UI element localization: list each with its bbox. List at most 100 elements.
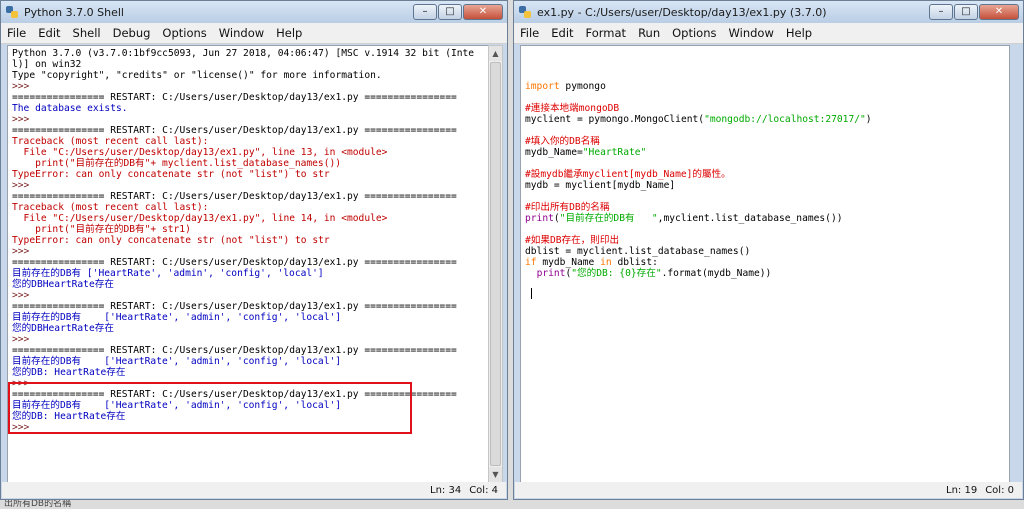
shell-scrollbar[interactable]: ▲ ▼	[488, 45, 503, 483]
code-line: print("您的DB: {0}存在".format(mydb_Name))	[525, 268, 1005, 279]
shell-menu-window[interactable]: Window	[219, 26, 264, 40]
editor-menu-window[interactable]: Window	[729, 26, 774, 40]
code-token: if	[525, 257, 537, 268]
shell-menu-edit[interactable]: Edit	[38, 26, 60, 40]
shell-line: >>>	[12, 246, 36, 257]
shell-line: File "C:/Users/user/Desktop/day13/ex1.py…	[12, 213, 388, 224]
editor-window: ex1.py - C:/Users/user/Desktop/day13/ex1…	[513, 0, 1024, 500]
shell-line: print("目前存在的DB有"+ myclient.list_database…	[12, 158, 342, 169]
shell-line: >>>	[12, 290, 36, 301]
code-line: #設mydb繼承myclient[mydb_Name]的屬性。	[525, 169, 1005, 180]
editor-menu-edit[interactable]: Edit	[551, 26, 573, 40]
code-line: mydb_Name="HeartRate"	[525, 147, 1005, 158]
code-token: print	[536, 268, 566, 279]
code-line: if mydb_Name in dblist:	[525, 257, 1005, 268]
minimize-icon: –	[938, 6, 944, 17]
code-token: mydb_Name=	[525, 147, 583, 158]
shell-menubar: File Edit Shell Debug Options Window Help	[1, 23, 507, 44]
shell-menu-file[interactable]: File	[7, 26, 26, 40]
code-token: mydb = myclient[mydb_Name]	[525, 180, 676, 191]
code-token: "目前存在的DB有 "	[559, 213, 658, 224]
close-icon: ✕	[478, 6, 488, 17]
editor-title: ex1.py - C:/Users/user/Desktop/day13/ex1…	[537, 5, 827, 19]
shell-line: ================ RESTART: C:/Users/user/…	[12, 301, 457, 312]
scroll-down-icon[interactable]: ▼	[489, 467, 502, 482]
code-token: mydb_Name	[536, 257, 601, 268]
close-icon: ✕	[994, 6, 1004, 17]
code-line: #如果DB存在，則印出	[525, 235, 1005, 246]
editor-titlebar[interactable]: ex1.py - C:/Users/user/Desktop/day13/ex1…	[514, 1, 1023, 23]
shell-menu-shell[interactable]: Shell	[73, 26, 101, 40]
shell-line: ================ RESTART: C:/Users/user/…	[12, 257, 457, 268]
code-token: "HeartRate"	[582, 147, 647, 158]
minimize-button[interactable]: –	[929, 4, 953, 20]
maximize-icon: □	[961, 6, 971, 17]
maximize-button[interactable]: □	[438, 4, 462, 20]
scroll-up-icon[interactable]: ▲	[489, 46, 502, 61]
code-token: #連接本地端mongoDB	[525, 103, 620, 114]
code-token: pymongo	[559, 81, 606, 92]
code-token: dblist:	[611, 257, 658, 268]
code-token: dblist = myclient.list_database_names()	[525, 246, 751, 257]
code-token: print	[525, 213, 554, 224]
code-line: #填入你的DB名稱	[525, 136, 1005, 147]
shell-line: 您的DBHeartRate存在	[12, 279, 114, 290]
shell-line: >>>	[12, 180, 36, 191]
editor-menu-run[interactable]: Run	[638, 26, 660, 40]
code-token: #印出所有DB的名稱	[525, 202, 610, 213]
shell-menu-debug[interactable]: Debug	[113, 26, 151, 40]
shell-line: Traceback (most recent call last):	[12, 202, 209, 213]
editor-menu-options[interactable]: Options	[672, 26, 716, 40]
column-number: Col: 0	[985, 484, 1014, 496]
close-button[interactable]: ✕	[463, 4, 503, 20]
python-file-icon	[519, 6, 531, 18]
background-text: 出所有DB的名稱	[0, 500, 1024, 509]
code-token: "mongodb://localhost:27017/"	[704, 114, 866, 125]
close-button[interactable]: ✕	[979, 4, 1019, 20]
code-editor[interactable]: import pymongo #連接本地端mongoDB myclient = py…	[520, 45, 1010, 483]
line-number: Ln: 19	[946, 484, 978, 496]
shell-title: Python 3.7.0 Shell	[24, 5, 124, 19]
shell-line: The database exists.	[12, 103, 128, 114]
editor-menu-help[interactable]: Help	[786, 26, 812, 40]
code-line: mydb = myclient[mydb_Name]	[525, 180, 1005, 191]
code-line: #印出所有DB的名稱	[525, 202, 1005, 213]
shell-line: ================ RESTART: C:/Users/user/…	[12, 125, 457, 136]
code-token: #設mydb繼承myclient[mydb_Name]的屬性。	[525, 169, 731, 180]
shell-line: l)] on win32	[12, 59, 82, 70]
shell-line: Python 3.7.0 (v3.7.0:1bf9cc5093, Jun 27 …	[12, 48, 475, 59]
shell-titlebar[interactable]: Python 3.7.0 Shell – □ ✕	[1, 1, 507, 23]
shell-line: 目前存在的DB有 ['HeartRate', 'admin', 'config'…	[12, 356, 342, 367]
scroll-thumb[interactable]	[490, 62, 501, 466]
shell-line: ================ RESTART: C:/Users/user/…	[12, 345, 457, 356]
editor-statusbar: Ln: 19 Col: 0	[515, 482, 1022, 498]
shell-line: TypeError: can only concatenate str (not…	[12, 235, 330, 246]
shell-line: ================ RESTART: C:/Users/user/…	[12, 191, 457, 202]
code-line: dblist = myclient.list_database_names()	[525, 246, 1005, 257]
shell-line: >>>	[12, 81, 36, 92]
shell-line: TypeError: can only concatenate str (not…	[12, 169, 330, 180]
editor-menubar: File Edit Format Run Options Window Help	[514, 23, 1023, 44]
shell-line: Type "copyright", "credits" or "license(…	[12, 70, 382, 81]
code-token: #填入你的DB名稱	[525, 136, 600, 147]
shell-menu-help[interactable]: Help	[276, 26, 302, 40]
code-token: ,myclient.list_database_names())	[657, 213, 843, 224]
shell-line: print("目前存在的DB有"+ str1)	[12, 224, 191, 235]
shell-line: ================ RESTART: C:/Users/user/…	[12, 92, 457, 103]
shell-line: >>>	[12, 114, 36, 125]
shell-line: File "C:/Users/user/Desktop/day13/ex1.py…	[12, 147, 388, 158]
shell-menu-options[interactable]: Options	[162, 26, 206, 40]
code-token: "您的DB: {0}存在"	[571, 268, 662, 279]
maximize-button[interactable]: □	[954, 4, 978, 20]
editor-menu-format[interactable]: Format	[586, 26, 627, 40]
minimize-button[interactable]: –	[413, 4, 437, 20]
maximize-icon: □	[445, 6, 455, 17]
shell-line: 目前存在的DB有 ['HeartRate', 'admin', 'config'…	[12, 268, 324, 279]
code-line: import pymongo	[525, 81, 1005, 92]
editor-menu-file[interactable]: File	[520, 26, 539, 40]
code-token: .format(mydb_Name))	[661, 268, 772, 279]
